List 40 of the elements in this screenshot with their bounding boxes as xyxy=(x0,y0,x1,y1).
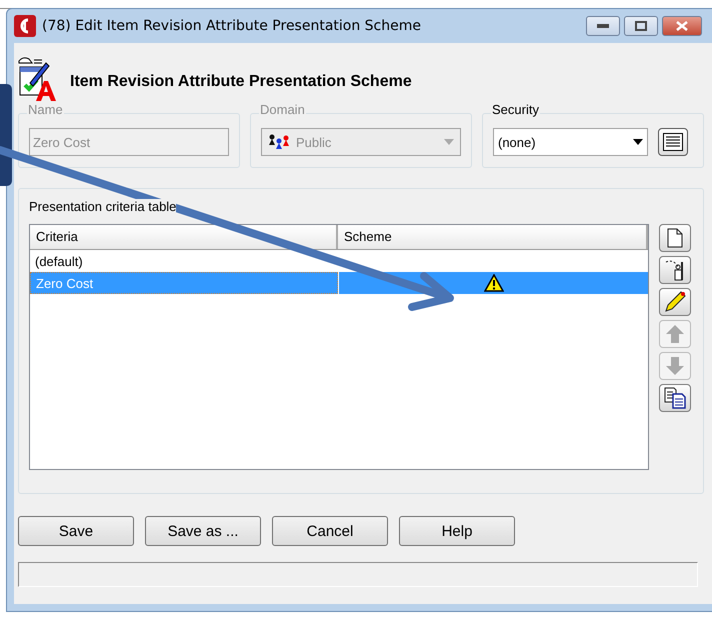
pencil-icon xyxy=(663,290,687,314)
people-icon xyxy=(268,134,290,150)
window-title: (78) Edit Item Revision Attribute Presentation Scheme xyxy=(42,18,422,34)
tool-button[interactable] xyxy=(659,288,691,316)
tool-button[interactable] xyxy=(659,384,691,412)
maximize-button[interactable] xyxy=(624,16,658,36)
maximize-icon xyxy=(635,21,647,31)
close-icon xyxy=(676,21,688,31)
dialog-button[interactable]: Save as ... xyxy=(145,516,261,546)
domain-value: Public xyxy=(296,134,332,150)
tool-button[interactable] xyxy=(659,256,691,284)
group-label: Security xyxy=(491,102,540,117)
table-cell-text: (default) xyxy=(34,252,84,271)
table-cell: Zero Cost xyxy=(30,272,338,294)
table-row[interactable]: (default) xyxy=(30,250,648,272)
tool-button[interactable] xyxy=(659,224,691,252)
security-value: (none) xyxy=(498,134,537,150)
group-label: Name xyxy=(27,102,64,117)
table-label: Presentation criteria table xyxy=(29,199,176,214)
dialog-button[interactable]: Save xyxy=(18,516,134,546)
copy-icon xyxy=(664,387,686,409)
new-page-icon xyxy=(667,228,683,248)
dialog-button[interactable]: Cancel xyxy=(272,516,388,546)
app-icon xyxy=(14,15,36,37)
group-label: Domain xyxy=(259,102,306,117)
minimize-icon xyxy=(597,24,609,28)
list-icon xyxy=(663,133,683,151)
caret-icon xyxy=(633,139,643,145)
minimize-button[interactable] xyxy=(586,16,620,36)
up-arrow-icon xyxy=(665,324,685,344)
dialog-button[interactable]: Help xyxy=(399,516,515,546)
down-arrow-icon xyxy=(665,356,685,376)
page-heading: Item Revision Attribute Presentation Scheme xyxy=(70,73,412,91)
import-icon xyxy=(664,259,686,281)
column-header[interactable]: Criteria xyxy=(30,225,338,249)
column-header[interactable]: Scheme xyxy=(338,225,648,249)
caret-icon xyxy=(444,139,454,145)
close-button[interactable] xyxy=(662,16,702,36)
list-button[interactable] xyxy=(658,128,688,156)
security-dropdown[interactable]: (none) xyxy=(493,128,648,156)
